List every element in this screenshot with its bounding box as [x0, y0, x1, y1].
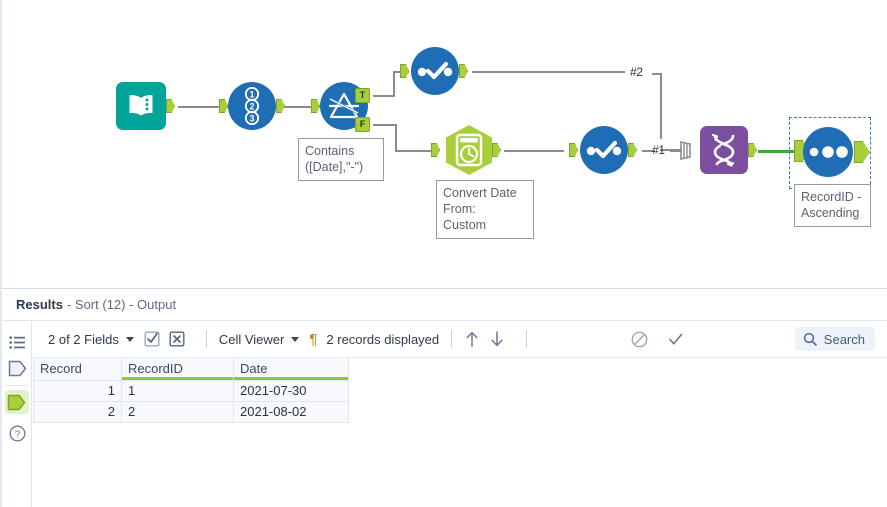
- anchor-input-datetime[interactable]: [431, 143, 440, 157]
- connection-filter-true-seg2[interactable]: [393, 72, 395, 97]
- list-icon[interactable]: [2, 329, 32, 355]
- results-grid[interactable]: Record RecordID Date 1 1 2021-07-30 2 2 …: [33, 358, 887, 507]
- results-panel: Results - Sort (12) - Output ? 2 of 2 Fi…: [0, 288, 887, 507]
- column-header-date[interactable]: Date: [233, 358, 349, 381]
- connection-label-1: #1: [652, 143, 665, 157]
- anchor-filter-true[interactable]: T: [355, 88, 370, 103]
- tool-input-data[interactable]: [116, 82, 175, 130]
- clock-icon: [446, 125, 492, 175]
- tool-select-bottom[interactable]: [580, 126, 637, 174]
- book-icon: [129, 95, 153, 116]
- cell-recordid[interactable]: 1: [121, 379, 234, 402]
- anchor-output-input-data[interactable]: [166, 99, 175, 113]
- svg-text:3: 3: [249, 114, 254, 124]
- input-anchor-icon[interactable]: [2, 355, 32, 381]
- union-icon: [711, 133, 735, 167]
- alteryx-designer-window: #2 #1 1 2 3 T F Contains ([Date],"-") Co…: [0, 0, 887, 507]
- results-title: Results: [16, 297, 63, 312]
- anchor-filter-false[interactable]: F: [355, 117, 370, 132]
- sort-icon: [809, 146, 848, 158]
- arrow-up-icon[interactable]: [464, 330, 480, 348]
- no-entry-icon[interactable]: [631, 331, 648, 348]
- anchor-output-select-top[interactable]: [459, 64, 468, 78]
- output-anchor-icon[interactable]: [4, 390, 29, 414]
- connection-select-top-to-union-a[interactable]: [472, 71, 625, 73]
- anchor-output-select-bottom[interactable]: [628, 143, 637, 157]
- annotation-sort: RecordID - Ascending: [794, 184, 871, 227]
- annotation-datetime: Convert Date From: Custom: [436, 180, 534, 239]
- connection-filter-true-seg1[interactable]: [373, 95, 395, 97]
- connection-filter-false-seg2[interactable]: [395, 124, 397, 151]
- chevron-down-icon[interactable]: [125, 336, 134, 342]
- table-row[interactable]: 2 2 2021-08-02: [33, 400, 349, 423]
- checkbox-checked-icon[interactable]: [144, 331, 160, 347]
- anchor-input-filter[interactable]: [311, 99, 320, 113]
- anchor-output-recordid[interactable]: [276, 99, 285, 113]
- anchor-input-select-top[interactable]: [400, 64, 409, 78]
- annotation-filter: Contains ([Date],"-"): [298, 138, 384, 181]
- anchor-input-select-bot[interactable]: [569, 143, 578, 157]
- svg-text:?: ?: [14, 429, 20, 440]
- cell-record[interactable]: 1: [33, 379, 122, 402]
- column-header-recordid[interactable]: RecordID: [121, 358, 234, 381]
- cell-recordid[interactable]: 2: [121, 400, 234, 423]
- cell-date[interactable]: 2021-07-30: [233, 379, 349, 402]
- tool-sort[interactable]: [803, 127, 853, 177]
- records-displayed-label: 2 records displayed: [326, 331, 440, 347]
- cell-record[interactable]: 2: [33, 400, 122, 423]
- results-header: Results - Sort (12) - Output: [2, 288, 887, 321]
- arrow-down-icon[interactable]: [489, 330, 505, 348]
- checkbox-x-icon[interactable]: [169, 331, 185, 347]
- rail-divider: [5, 385, 28, 386]
- results-subtitle: - Sort (12) - Output: [66, 297, 177, 312]
- anchor-input-recordid[interactable]: [219, 99, 228, 113]
- svg-text:2: 2: [249, 102, 254, 112]
- connection-select-top-to-union-c[interactable]: [660, 73, 662, 139]
- numbers-123-icon: 1 2 3: [244, 87, 260, 125]
- cell-date[interactable]: 2021-08-02: [233, 400, 349, 423]
- results-table: Record RecordID Date 1 1 2021-07-30 2 2 …: [33, 358, 349, 423]
- connection-filter-false-seg1[interactable]: [373, 124, 397, 126]
- workflow-canvas[interactable]: #2 #1 1 2 3 T F Contains ([Date],"-") Co…: [0, 0, 887, 288]
- anchor-output-datetime[interactable]: [492, 143, 501, 157]
- fields-count-label[interactable]: 2 of 2 Fields: [48, 332, 119, 347]
- toolbar-divider-1: [205, 330, 207, 348]
- tool-select-top[interactable]: [411, 47, 468, 95]
- toolbar-divider-2: [451, 330, 453, 348]
- checkmark-icon[interactable]: [667, 331, 684, 348]
- select-icon: [417, 61, 453, 80]
- table-row[interactable]: 1 1 2021-07-30: [33, 379, 349, 402]
- anchor-input-union[interactable]: [680, 141, 694, 160]
- toolbar-divider-3: [526, 330, 528, 348]
- select-icon: [586, 140, 622, 159]
- results-toolbar: 2 of 2 Fields Cell Viewer ¶ 2 records di…: [32, 321, 887, 358]
- tool-record-id[interactable]: 1 2 3: [228, 82, 285, 130]
- connection-filter-false-seg3[interactable]: [395, 150, 431, 152]
- pilcrow-icon[interactable]: ¶: [309, 331, 317, 348]
- search-placeholder: Search: [823, 331, 865, 347]
- svg-text:1: 1: [249, 90, 254, 100]
- column-header-record[interactable]: Record: [33, 358, 122, 381]
- results-rail: ?: [2, 321, 32, 507]
- search-input[interactable]: Search: [794, 327, 875, 351]
- anchor-output-union[interactable]: [748, 143, 757, 157]
- cell-viewer-label[interactable]: Cell Viewer: [219, 332, 285, 347]
- help-icon[interactable]: ?: [2, 420, 32, 446]
- chevron-down-icon-2[interactable]: [291, 336, 300, 342]
- search-icon: [803, 332, 817, 346]
- connection-datetime-to-select-bot[interactable]: [504, 150, 564, 152]
- tool-union[interactable]: [700, 126, 757, 174]
- tool-datetime[interactable]: [442, 124, 501, 176]
- table-header-row: Record RecordID Date: [33, 358, 349, 381]
- connection-label-2: #2: [630, 65, 643, 79]
